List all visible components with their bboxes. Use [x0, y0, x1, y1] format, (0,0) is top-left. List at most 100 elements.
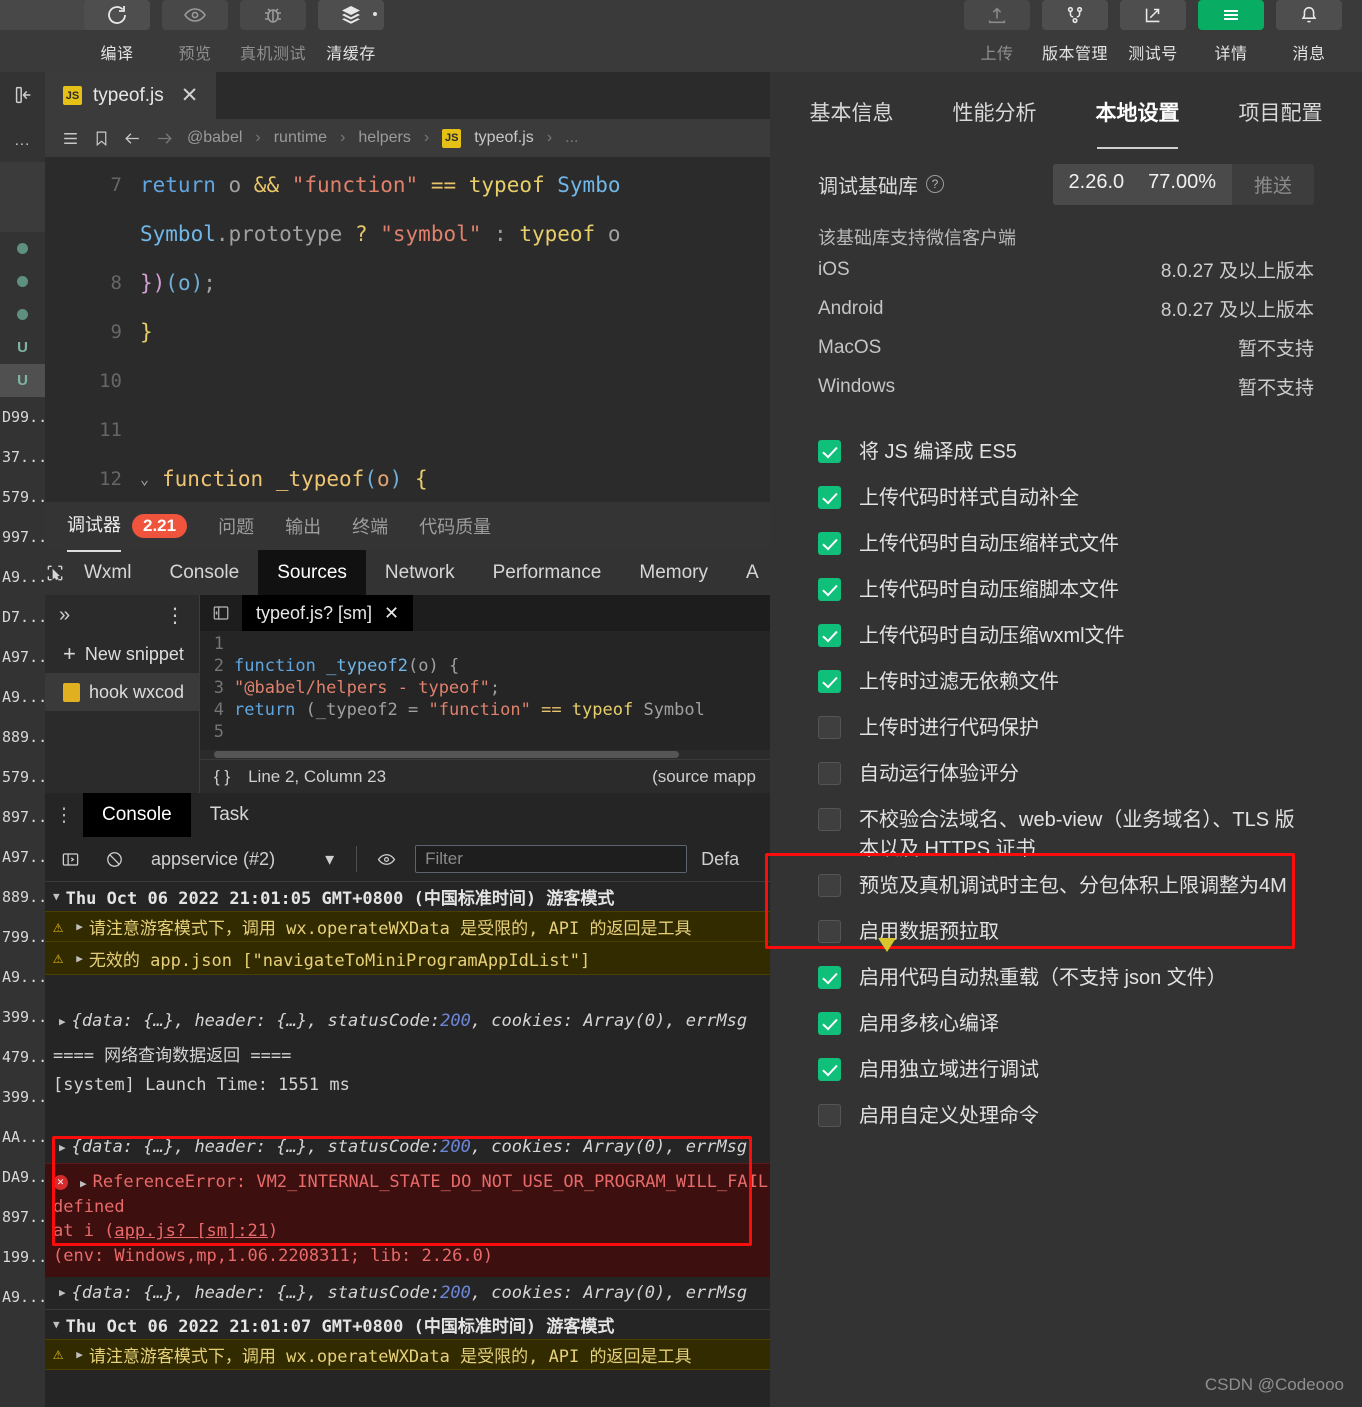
toolbar-upload-item[interactable]: 上传 — [958, 0, 1036, 64]
checkbox-checked[interactable] — [818, 966, 841, 989]
external-link-icon[interactable] — [1120, 0, 1186, 30]
toolbar-messages-item[interactable]: 消息 — [1270, 0, 1348, 64]
expand-triangle-icon[interactable]: ▶ — [59, 1141, 66, 1154]
checkbox-checked[interactable] — [818, 440, 841, 463]
tab-wxml[interactable]: Wxml — [65, 550, 150, 595]
checkbox-unchecked[interactable] — [818, 920, 841, 943]
more-options-icon[interactable]: ... — [0, 118, 45, 162]
expand-triangle-icon[interactable]: ▶ — [76, 920, 83, 933]
expand-triangle-icon[interactable]: ▶ — [76, 952, 83, 965]
new-snippet-button[interactable]: + New snippet — [45, 635, 199, 673]
upload-icon[interactable] — [964, 0, 1030, 30]
question-mark-icon[interactable]: ? — [926, 175, 944, 193]
close-icon[interactable]: ✕ — [181, 83, 199, 108]
setting-option-row[interactable]: 将 JS 编译成 ES5 — [818, 434, 1314, 480]
close-icon[interactable]: ✕ — [384, 603, 399, 624]
eye-icon[interactable] — [162, 0, 228, 30]
breadcrumb-part-helpers[interactable]: helpers — [358, 129, 410, 147]
console-filter-input[interactable]: Filter — [415, 845, 688, 873]
layers-icon[interactable] — [318, 0, 384, 30]
sources-file-tab[interactable]: typeof.js? [sm] ✕ — [242, 595, 414, 631]
toolbar-details-item[interactable]: 详情 — [1192, 0, 1270, 64]
expand-more-icon[interactable]: » — [59, 604, 70, 627]
refresh-icon[interactable] — [84, 0, 150, 30]
setting-option-row[interactable]: 预览及真机调试时主包、分包体积上限调整为4M — [818, 868, 1314, 914]
setting-option-row[interactable]: 启用代码自动热重载（不支持 json 文件） — [818, 960, 1314, 1006]
setting-option-row[interactable]: 上传时进行代码保护 — [818, 710, 1314, 756]
toolbar-preview-item[interactable]: 预览 — [156, 0, 234, 64]
arrow-left-icon[interactable] — [123, 129, 142, 148]
collapse-triangle-icon[interactable]: ▼ — [53, 890, 60, 903]
tab-project-config[interactable]: 项目配置 — [1209, 97, 1352, 131]
arrow-right-icon[interactable] — [155, 129, 174, 148]
list-icon[interactable] — [61, 129, 80, 148]
format-braces-icon[interactable]: { } — [214, 767, 230, 787]
setting-option-row[interactable]: 上传时过滤无依赖文件 — [818, 664, 1314, 710]
toolbar-testid-item[interactable]: 测试号 — [1114, 0, 1192, 64]
file-status-u-2[interactable]: U — [0, 364, 45, 397]
tab-problems[interactable]: 问题 — [218, 513, 254, 539]
expand-triangle-icon[interactable]: ▶ — [59, 1286, 66, 1299]
checkbox-checked[interactable] — [818, 532, 841, 555]
sources-code-area[interactable]: 1 2 function _typeof2(o) {3 "@babel/helper… — [200, 631, 770, 750]
error-source-link[interactable]: app.js? [sm]:21 — [114, 1221, 268, 1241]
expand-triangle-icon[interactable]: ▶ — [80, 1177, 87, 1190]
checkbox-checked[interactable] — [818, 1012, 841, 1035]
collapse-panel-icon[interactable] — [0, 72, 45, 118]
file-status-dot-3[interactable] — [0, 298, 45, 331]
checkbox-checked[interactable] — [818, 1058, 841, 1081]
bell-icon[interactable] — [1276, 0, 1342, 30]
setting-option-row[interactable]: 启用多核心编译 — [818, 1006, 1314, 1052]
breadcrumb-part-runtime[interactable]: runtime — [274, 129, 327, 147]
expand-triangle-icon[interactable]: ▶ — [59, 1015, 66, 1028]
setting-option-row[interactable]: 上传代码时自动压缩wxml文件 — [818, 618, 1314, 664]
checkbox-unchecked[interactable] — [818, 808, 841, 831]
console-sidebar-icon[interactable] — [55, 850, 85, 869]
checkbox-checked[interactable] — [818, 578, 841, 601]
bug-icon[interactable] — [240, 0, 306, 30]
collapse-triangle-icon[interactable]: ▼ — [53, 1318, 60, 1331]
kebab-menu-icon[interactable]: ⋮ — [45, 804, 83, 827]
tab-console[interactable]: Console — [150, 550, 258, 595]
tab-performance[interactable]: Performance — [474, 550, 621, 595]
bookmark-icon[interactable] — [93, 129, 110, 148]
file-status-u-1[interactable]: U — [0, 331, 45, 364]
console-levels-label[interactable]: Defa — [701, 849, 739, 870]
console-error-block[interactable]: ✕ ▶ ReferenceError: VM2_INTERNAL_STATE_DO_… — [45, 1163, 770, 1277]
setting-option-row[interactable]: 启用独立域进行调试 — [818, 1052, 1314, 1098]
checkbox-unchecked[interactable] — [818, 1104, 841, 1127]
eye-icon[interactable] — [371, 850, 401, 869]
base-library-version-select[interactable]: 2.26.0 77.00% — [1052, 163, 1232, 205]
fold-arrow-icon[interactable]: ⌄ — [140, 470, 162, 488]
checkbox-checked[interactable] — [818, 486, 841, 509]
tab-sources[interactable]: Sources — [258, 550, 366, 595]
horizontal-scrollbar[interactable] — [200, 750, 770, 759]
inspect-cursor-icon[interactable] — [45, 563, 65, 583]
setting-option-row[interactable]: 上传代码时样式自动补全 — [818, 480, 1314, 526]
checkbox-unchecked[interactable] — [818, 762, 841, 785]
setting-option-row[interactable]: 启用数据预拉取 — [818, 914, 1314, 960]
tab-network[interactable]: Network — [366, 550, 474, 595]
console-context-selector[interactable]: appservice (#2) ▾ — [143, 849, 342, 870]
push-button[interactable]: 推送 — [1231, 163, 1314, 205]
kebab-menu-icon[interactable]: ⋮ — [165, 603, 185, 628]
tab-terminal[interactable]: 终端 — [352, 513, 388, 539]
toolbar-clear-cache-item[interactable]: 清缓存 — [312, 0, 390, 64]
tab-memory[interactable]: Memory — [620, 550, 727, 595]
file-status-dot-2[interactable] — [0, 265, 45, 298]
console-output[interactable]: ▼ Thu Oct 06 2022 21:01:05 GMT+0800 (中国标准… — [45, 881, 770, 1407]
breadcrumb-part-file[interactable]: typeof.js — [474, 129, 534, 147]
toolbar-device-test-item[interactable]: 真机测试 — [234, 0, 312, 64]
snippet-item-hook-wxcod[interactable]: hook wxcod — [45, 673, 199, 711]
breadcrumb-part-more[interactable]: ... — [565, 129, 578, 147]
tab-console-drawer[interactable]: Console — [83, 793, 191, 837]
toolbar-compile-item[interactable]: 编译 — [78, 0, 156, 64]
checkbox-checked[interactable] — [818, 670, 841, 693]
file-status-dot-1[interactable] — [0, 232, 45, 265]
setting-option-row[interactable]: 不校验合法域名、web-view（业务域名）、TLS 版本以及 HTTPS 证书 — [818, 802, 1314, 868]
tab-code-quality[interactable]: 代码质量 — [419, 513, 491, 539]
setting-option-row[interactable]: 自动运行体验评分 — [818, 756, 1314, 802]
setting-option-row[interactable]: 启用自定义处理命令 — [818, 1098, 1314, 1144]
menu-icon[interactable] — [1198, 0, 1264, 30]
checkbox-unchecked[interactable] — [818, 716, 841, 739]
